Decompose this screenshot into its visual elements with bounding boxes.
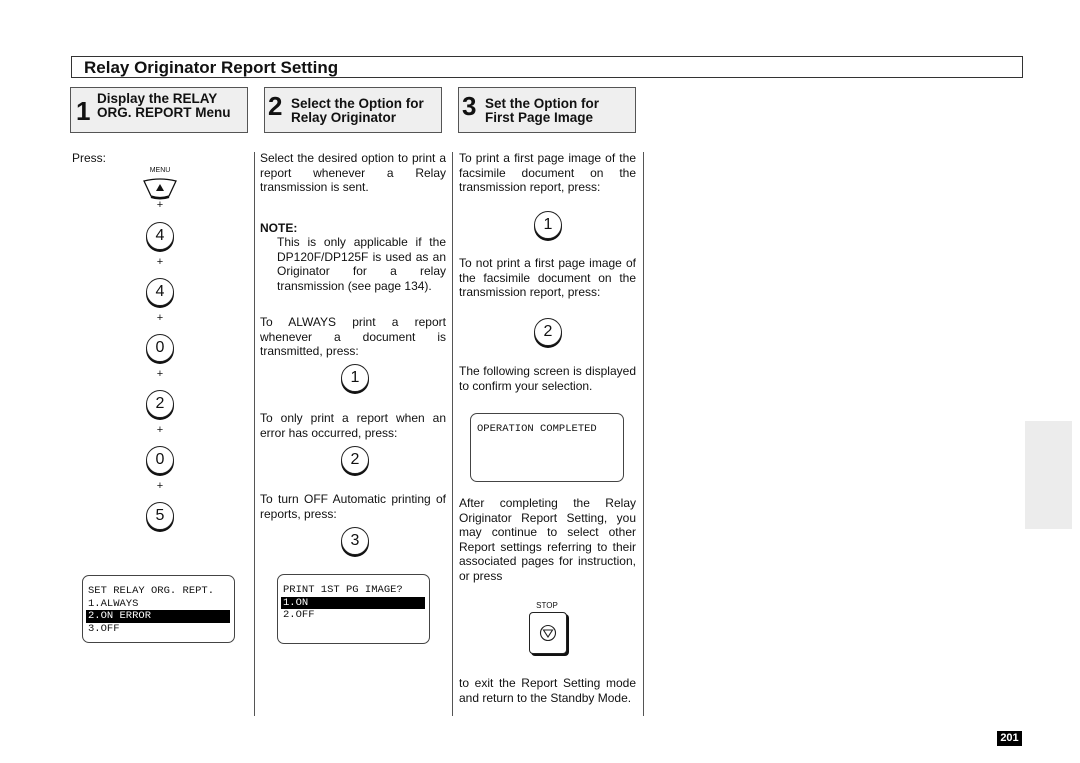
key-1[interactable]: 1 xyxy=(534,211,562,239)
step-number: 3 xyxy=(462,91,477,121)
step-label: Set the Option for First Page Image xyxy=(485,96,599,125)
key-2[interactable]: 2 xyxy=(146,390,174,418)
after-text: After completing the Relay Originator Re… xyxy=(459,496,636,583)
menu-key-label: MENU xyxy=(149,167,171,174)
stop-icon xyxy=(539,624,557,642)
stop-key[interactable] xyxy=(529,612,567,654)
note-label: NOTE: xyxy=(260,221,298,235)
lcd-line: 3.OFF xyxy=(88,622,120,635)
note-text: This is only applicable if the DP120F/DP… xyxy=(277,235,446,293)
key-4[interactable]: 4 xyxy=(146,278,174,306)
key-4[interactable]: 4 xyxy=(146,222,174,250)
lcd-line: OPERATION COMPLETED xyxy=(477,423,597,435)
step-2-header: 2 Select the Option for Relay Originator xyxy=(264,87,442,133)
key-3[interactable]: 3 xyxy=(341,527,369,555)
off-text: To turn OFF Automatic printing of report… xyxy=(260,492,446,521)
lcd-line-selected: 2.ON ERROR xyxy=(86,610,230,623)
step-label: Display the RELAY ORG. REPORT Menu xyxy=(97,91,231,120)
lcd-line: PRINT 1ST PG IMAGE? xyxy=(283,584,403,596)
key-2[interactable]: 2 xyxy=(341,446,369,474)
key-2[interactable]: 2 xyxy=(534,318,562,346)
column-divider xyxy=(452,152,453,716)
lcd-line: 2.OFF xyxy=(283,609,315,621)
plus-sign: + xyxy=(156,312,164,324)
plus-sign: + xyxy=(156,199,164,211)
key-1[interactable]: 1 xyxy=(341,364,369,392)
step-number: 2 xyxy=(268,91,283,121)
plus-sign: + xyxy=(156,368,164,380)
plus-sign: + xyxy=(156,256,164,268)
step-1-header: 1 Display the RELAY ORG. REPORT Menu xyxy=(70,87,248,133)
step-3-header: 3 Set the Option for First Page Image xyxy=(458,87,636,133)
lcd-display-operation-completed: OPERATION COMPLETED xyxy=(470,413,624,482)
always-text: To ALWAYS print a report whenever a docu… xyxy=(260,315,446,358)
lcd-display-print-image: PRINT 1ST PG IMAGE? 1.ON 2.OFF xyxy=(277,574,430,644)
page-title: Relay Originator Report Setting xyxy=(84,58,339,77)
plus-sign: + xyxy=(156,424,164,436)
intro-text: Select the desired option to print a rep… xyxy=(260,151,446,194)
step-label: Select the Option for Relay Originator xyxy=(291,96,424,125)
column-divider xyxy=(643,152,644,716)
confirm-text: The following screen is displayed to con… xyxy=(459,364,636,393)
page-number: 201 xyxy=(997,731,1022,746)
no-print-image-text: To not print a first page image of the f… xyxy=(459,256,636,299)
exit-text: to exit the Report Setting mode and retu… xyxy=(459,676,636,705)
step-number: 1 xyxy=(76,96,91,126)
key-0[interactable]: 0 xyxy=(146,334,174,362)
lcd-line: SET RELAY ORG. REPT. xyxy=(88,585,215,597)
lcd-line: 1.ALWAYS xyxy=(88,597,139,610)
section-tab xyxy=(1025,421,1072,529)
stop-key-label: STOP xyxy=(536,601,558,610)
press-label: Press: xyxy=(72,151,107,165)
error-text: To only print a report when an error has… xyxy=(260,411,446,440)
key-5[interactable]: 5 xyxy=(146,502,174,530)
key-0[interactable]: 0 xyxy=(146,446,174,474)
page-title-bar: Relay Originator Report Setting xyxy=(71,56,1023,78)
column-divider xyxy=(254,152,255,716)
lcd-display-relay-org: SET RELAY ORG. REPT. 1.ALWAYS 2.ON ERROR… xyxy=(82,575,235,643)
print-image-text: To print a first page image of the facsi… xyxy=(459,151,636,194)
lcd-line-selected: 1.ON xyxy=(281,596,425,609)
plus-sign: + xyxy=(156,480,164,492)
